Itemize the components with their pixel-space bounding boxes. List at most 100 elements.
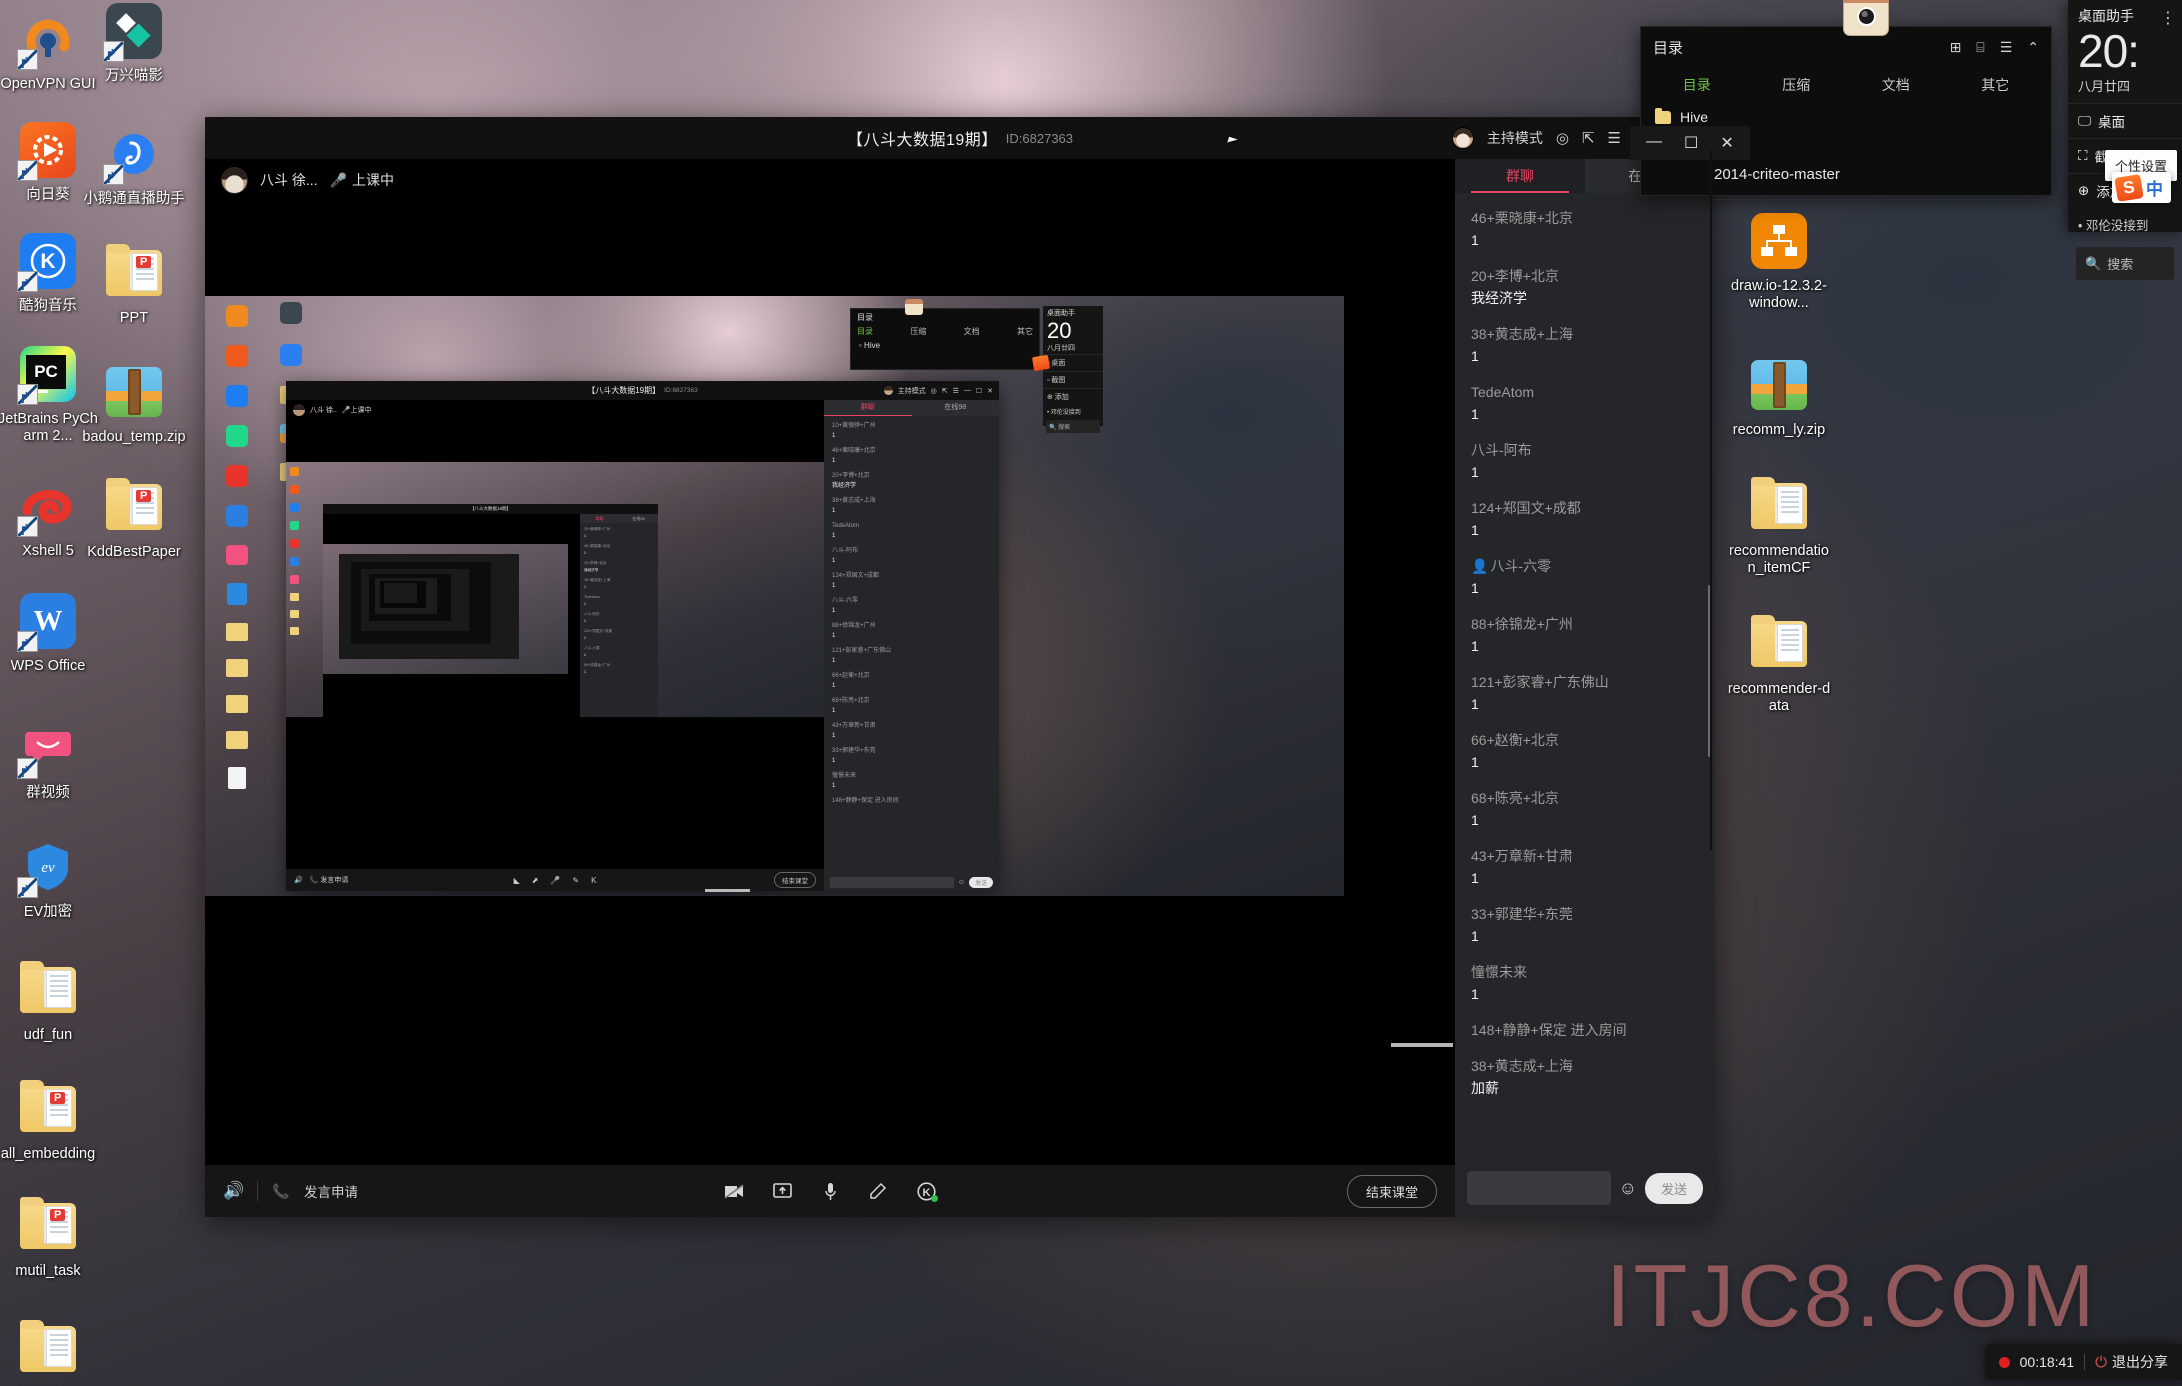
group-video-icon	[17, 717, 79, 781]
desktop-icon-drawio[interactable]: draw.io-12.3.2-window...	[1725, 210, 1833, 312]
desktop-icon-xiaoetong[interactable]: 小鹅通直播助手	[80, 123, 188, 208]
desktop-icon-label: 小鹅通直播助手	[83, 191, 185, 207]
folder-icon	[1655, 107, 1671, 124]
chat-message: 68+陈亮+北京 1	[1471, 787, 1699, 831]
svg-text:K: K	[40, 250, 55, 273]
search-icon: 🔍	[2085, 255, 2102, 271]
send-button[interactable]: 发送	[1644, 1172, 1703, 1204]
whiteboard-icon[interactable]	[867, 1180, 889, 1202]
hamburger-icon[interactable]: ☰	[2000, 39, 2013, 56]
meeting-toolbar: 🔊 📞 发言申请 K 结束课堂	[205, 1165, 1455, 1217]
desktop-icon-column-2: 万兴喵影 小鹅通直播助手 PPT badou_temp.zip	[80, 0, 188, 573]
chat-message-author: 66+赵衡+北京	[1471, 732, 1559, 748]
screen-share-recording-bar[interactable]: 00:18:41 ⏻ 退出分享	[1984, 1344, 2182, 1380]
folder-pdf-icon	[103, 242, 165, 304]
chevron-up-icon[interactable]: ⌃	[2027, 39, 2039, 56]
desktop-icon-recommender-data[interactable]: recommender-data	[1725, 613, 1833, 715]
phone-icon[interactable]: 📞	[270, 1180, 292, 1202]
desktop-icon-label: draw.io-12.3.2-window...	[1731, 278, 1827, 311]
kugou-icon[interactable]: K	[915, 1180, 938, 1202]
desktop-icon-kddbestpaper[interactable]: KddBestPaper	[80, 476, 188, 561]
nested-chat-message: TedeAtom 1	[832, 521, 991, 541]
kugou-music-icon: K	[17, 230, 79, 294]
nested-chat-author: 46+栗晓康+北京	[832, 448, 876, 454]
camera-off-icon[interactable]	[723, 1180, 745, 1202]
more-options-icon[interactable]: ⋮	[2160, 11, 2176, 27]
drawio-icon	[1748, 210, 1810, 272]
record-dot-icon	[1998, 1356, 2010, 1368]
desktop-icon-label: recommendation_itemCF	[1729, 543, 1829, 576]
maximize-icon[interactable]: ☐	[1684, 133, 1698, 153]
smiley-icon[interactable]: ☺	[1619, 1178, 1637, 1199]
microphone-icon[interactable]	[819, 1180, 841, 1202]
nested-chat-author: 20+李博+北京	[832, 473, 870, 479]
microphone-icon: 🎤	[329, 171, 347, 188]
meeting-body: 八斗 徐... 🎤 上课中 目录 目录 压缩 文档 其它 ▫ Hive 桌面助手…	[205, 159, 1715, 1217]
desktop-icon-filmora[interactable]: 万兴喵影	[80, 0, 188, 85]
nested-chat-author: 124+郑国文+成都	[832, 573, 880, 579]
chat-input-field[interactable]	[1467, 1171, 1611, 1205]
assistant-search-box[interactable]: 🔍 搜索	[2076, 247, 2174, 280]
record-icon[interactable]: ◎	[1556, 131, 1569, 146]
sogou-ime-badge[interactable]: S 中	[2112, 172, 2171, 203]
end-class-button[interactable]: 结束课堂	[1346, 1174, 1437, 1208]
chat-panel: 群聊 在线98 46+栗晓康+北京120+李博+北京我经济学38+黄志成+上海1…	[1455, 159, 1715, 1217]
nested-chat-message: 68+陈亮+北京 1	[832, 696, 991, 716]
hamburger-icon[interactable]: ☰	[1608, 131, 1621, 146]
tab-label: 群聊	[1506, 168, 1534, 184]
chat-message-author: 憧憬未来	[1471, 964, 1527, 980]
explorer-tabs: 目录 压缩 文档 其它	[1641, 67, 2051, 103]
presenter-bar: 八斗 徐... 🎤 上课中	[205, 159, 1455, 201]
desktop-icon-hivedata[interactable]: hiveData	[0, 1318, 102, 1386]
chat-message-text: 1	[1471, 348, 1479, 364]
nested-chat-text: 1	[832, 683, 836, 689]
ev-encrypt-icon: ev	[17, 836, 79, 900]
presenter-name: 八斗 徐...	[260, 172, 318, 188]
chat-message-text: 1	[1471, 986, 1479, 1002]
desktop-icon-recomm-zip[interactable]: recomm_ly.zip	[1725, 354, 1833, 439]
sunflower-remote-icon	[17, 119, 79, 183]
nested-chat-text: 1	[832, 433, 836, 439]
nested-chat-author: 10+黄俪骅+广州	[832, 423, 876, 429]
share-screen-icon[interactable]	[771, 1180, 793, 1202]
desktop-icon-ppt-folder[interactable]: PPT	[80, 242, 188, 327]
meeting-title-bar[interactable]: 【八斗大数据19期】 ID:6827363 主持模式 ◎ ⇱ ☰ — ☐ ✕	[205, 117, 1715, 159]
desktop-icon-udf-fun[interactable]: udf_fun	[0, 959, 102, 1044]
chat-message-author: 👤 八斗-六零	[1471, 558, 1552, 574]
shared-screen[interactable]: 目录 目录 压缩 文档 其它 ▫ Hive 桌面助手 20 八月廿四 ▫ 桌面 …	[205, 201, 1455, 1165]
assistant-news-item[interactable]: • 邓伦没接到	[2068, 208, 2182, 241]
desktop-icon-group-video[interactable]: 群视频	[0, 717, 102, 802]
speaker-icon[interactable]: 🔊	[223, 1180, 245, 1202]
desktop-icon-recommendation-itemcf[interactable]: recommendation_itemCF	[1725, 475, 1833, 577]
minimize-icon[interactable]: —	[1646, 133, 1662, 153]
close-icon[interactable]: ✕	[1720, 133, 1733, 153]
tab-documents[interactable]: 文档	[1846, 75, 1946, 95]
popout-icon[interactable]: ⇱	[1582, 131, 1595, 146]
desktop-icon-mutil-task[interactable]: mutil_task	[0, 1195, 102, 1280]
nested-icon-column	[209, 300, 265, 789]
tab-others[interactable]: 其它	[1946, 75, 2046, 95]
assistant-row-desktop[interactable]: 🖵 桌面	[2068, 103, 2182, 138]
nested-chat-author: 33+郭建华+东莞	[832, 748, 876, 754]
quit-share-button[interactable]: ⏻ 退出分享	[2095, 1352, 2168, 1372]
power-icon: ⏻	[2095, 1353, 2107, 1371]
explorer-item-hive[interactable]: Hive	[1655, 107, 2037, 125]
desktop-icon-badou-zip[interactable]: badou_temp.zip	[80, 361, 188, 446]
search-placeholder: 搜索	[2107, 257, 2134, 272]
chat-message-author: 38+黄志成+上海	[1471, 1058, 1573, 1074]
tab-group-chat[interactable]: 群聊	[1455, 159, 1585, 193]
nested-chat-author: 憧憬未来	[832, 773, 857, 779]
lock-icon[interactable]: ⌸	[1976, 39, 1984, 56]
desktop-icon-wps[interactable]: W WPS Office	[0, 590, 102, 675]
raise-hand-label[interactable]: 发言申请	[304, 1181, 358, 1201]
chat-message-list[interactable]: 46+栗晓康+北京 1 20+李博+北京 我经济学 38+黄志成+上海 1 TedeAtom…	[1455, 193, 1715, 1163]
tab-directory[interactable]: 目录	[1647, 75, 1747, 95]
tab-archive[interactable]: 压缩	[1747, 75, 1847, 95]
chat-message: 38+黄志成+上海 加薪	[1471, 1055, 1699, 1099]
wps-office-icon: W	[17, 590, 79, 654]
nested-chat-message: 43+万章新+甘肃 1	[832, 721, 991, 741]
meeting-window[interactable]: 【八斗大数据19期】 ID:6827363 主持模式 ◎ ⇱ ☰ — ☐ ✕ 八…	[205, 117, 1715, 1217]
desktop-icon-all-embedding[interactable]: all_embedding	[0, 1078, 102, 1163]
grid-view-icon[interactable]: ⊞	[1950, 39, 1962, 56]
desktop-icon-ev-encrypt[interactable]: ev EV加密	[0, 836, 102, 921]
